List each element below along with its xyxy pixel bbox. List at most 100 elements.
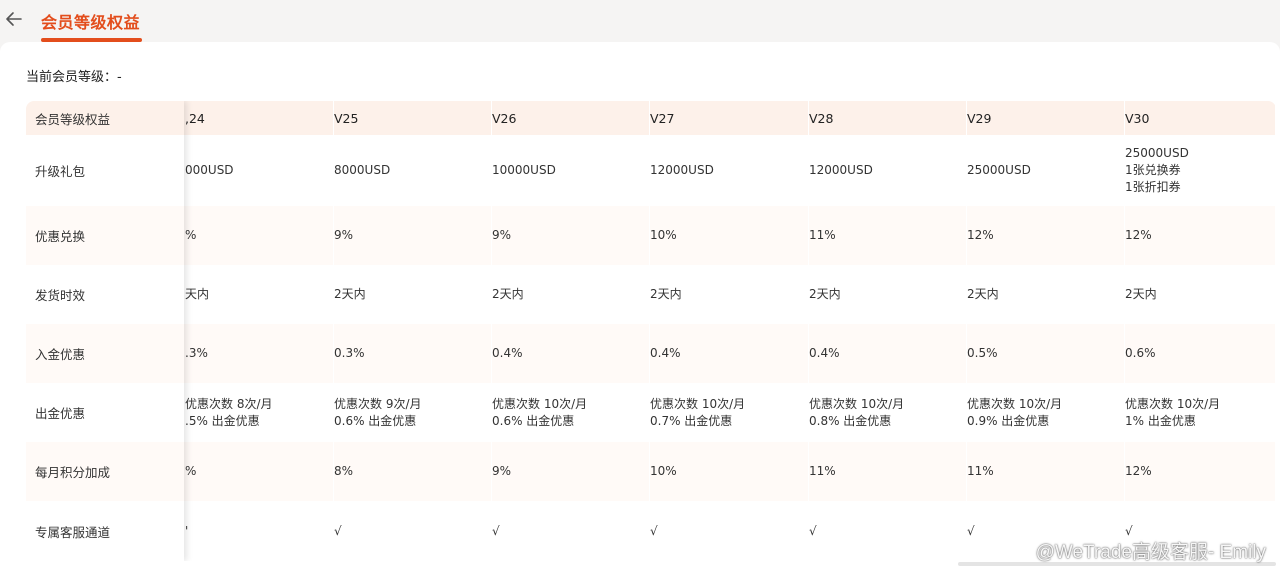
level-header-v28: V28: [809, 101, 967, 135]
level-header-label: V30: [1125, 110, 1150, 126]
row-label: 发货时效: [35, 288, 86, 303]
cell-text: √: [492, 523, 500, 538]
table-cell: 优惠次数 8次/月 .5% 出金优惠: [185, 383, 334, 442]
table-cell: 0.5%: [967, 324, 1125, 383]
level-header-label: V25: [334, 110, 359, 126]
cell-text: 0.3%: [334, 346, 365, 360]
table-cell: 优惠次数 10次/月 0.6% 出金优惠: [492, 383, 650, 442]
table-cell: 12000USD: [809, 135, 967, 206]
table-cell: 10000USD: [492, 135, 650, 206]
table-row: % 9% 9% 10% 11% 12% 12%: [26, 206, 1276, 265]
cell-text: 12%: [967, 228, 994, 242]
table-cell: 优惠次数 10次/月 1% 出金优惠: [1125, 383, 1276, 442]
level-header-label: V27: [650, 110, 675, 126]
cell-text: 10%: [650, 464, 677, 478]
row-label-column: 会员等级权益 升级礼包 优惠兑换 发货时效 入金优惠 出金优惠 每月积分加成 专属客服通道: [26, 101, 184, 561]
row-label: 每月积分加成: [26, 442, 184, 501]
cell-text: ': [185, 523, 189, 538]
top-bar: 会员等级权益: [0, 0, 1280, 42]
cell-text: 8%: [334, 464, 354, 478]
table-cell: 9%: [492, 442, 650, 501]
table-cell: 优惠次数 9次/月 0.6% 出金优惠: [334, 383, 492, 442]
cell-text: 2天内: [334, 287, 366, 301]
cell-text: 000USD: [185, 163, 234, 177]
cell-text: 11%: [809, 228, 836, 242]
cell-text: %: [185, 464, 197, 478]
cell-text: 0.6% 出金优惠: [334, 413, 417, 428]
level-header-v27: V27: [650, 101, 809, 135]
cell-text: 优惠次数 10次/月: [650, 396, 746, 411]
cell-text: 0.5%: [967, 346, 998, 360]
table-cell: 9%: [334, 206, 492, 265]
table-cell: %: [185, 442, 334, 501]
table-row: 天内 2天内 2天内 2天内 2天内 2天内 2天内: [26, 265, 1276, 324]
table-cell: 12%: [1125, 206, 1276, 265]
cell-text: 优惠次数 10次/月: [967, 396, 1063, 411]
cell-text: 0.4%: [809, 346, 840, 360]
table-cell: 2天内: [650, 265, 809, 324]
table-row: 优惠次数 8次/月 .5% 出金优惠 优惠次数 9次/月 0.6% 出金优惠 优惠次数 …: [26, 383, 1276, 442]
cell-text: 12%: [1125, 464, 1152, 478]
table-cell: 11%: [809, 206, 967, 265]
level-header-label: V29: [967, 110, 992, 126]
cell-text: 0.4%: [650, 346, 681, 360]
arrow-left-icon[interactable]: [4, 8, 24, 30]
cell-text: 11%: [809, 464, 836, 478]
row-label: 入金优惠: [26, 324, 184, 383]
table-cell: 12%: [1125, 442, 1276, 501]
cell-text: 0.8% 出金优惠: [809, 413, 892, 428]
table-row: .3% 0.3% 0.4% 0.4% 0.4% 0.5% 0.6%: [26, 324, 1276, 383]
table-cell: √: [492, 501, 650, 561]
table-cell: 0.6%: [1125, 324, 1276, 383]
table-cell: 0.3%: [334, 324, 492, 383]
cell-text: 天内: [185, 287, 210, 301]
table-cell: 10%: [650, 442, 809, 501]
row-label: 升级礼包: [35, 164, 86, 179]
level-header-v29: V29: [967, 101, 1125, 135]
cell-text: 1张折扣券: [1125, 180, 1181, 194]
cell-text: 0.6% 出金优惠: [492, 413, 575, 428]
table-cell: 2天内: [334, 265, 492, 324]
row-label: 专属客服通道: [35, 524, 111, 540]
table-cell: √: [650, 501, 809, 561]
cell-text: 优惠次数 10次/月: [809, 396, 905, 411]
table-cell: 12%: [967, 206, 1125, 265]
table-cell: √: [334, 501, 492, 561]
level-header-v26: V26: [492, 101, 650, 135]
cell-text: 0.4%: [492, 346, 523, 360]
benefits-table: ,24 V25 V26 V27 V28 V29 V30 000USD 8000USD 10000U…: [26, 101, 1276, 561]
cell-text: 优惠次数 10次/月: [492, 396, 588, 411]
level-header-label: V26: [492, 110, 517, 126]
cell-text: 2天内: [492, 287, 524, 301]
table-cell: 10%: [650, 206, 809, 265]
table-cell: %: [185, 206, 334, 265]
table-cell: .3%: [185, 324, 334, 383]
cell-text: 2天内: [809, 287, 841, 301]
corner-header: 会员等级权益: [26, 101, 184, 135]
cell-text: √: [334, 523, 342, 538]
table-header-row: ,24 V25 V26 V27 V28 V29 V30: [26, 101, 1276, 135]
current-level-label: 当前会员等级：-: [26, 70, 122, 85]
cell-text: 11%: [967, 464, 994, 478]
cell-text: 8000USD: [334, 163, 391, 177]
benefits-card: 当前会员等级：- ,24 V25 V26 V27 V28 V29 V30 000USD 8000…: [0, 42, 1280, 584]
cell-text: .5% 出金优惠: [185, 413, 260, 428]
table-cell: 25000USD: [967, 135, 1125, 206]
table-cell: 000USD: [185, 135, 334, 206]
table-cell: 优惠次数 10次/月 0.8% 出金优惠: [809, 383, 967, 442]
cell-text: √: [650, 523, 658, 538]
cell-text: 优惠次数 8次/月: [185, 396, 273, 411]
cell-text: 12%: [1125, 228, 1152, 242]
cell-text: 0.7% 出金优惠: [650, 413, 733, 428]
cell-text: 9%: [492, 228, 512, 242]
cell-text: 0.6%: [1125, 346, 1156, 360]
table-cell: 12000USD: [650, 135, 809, 206]
cell-text: 1张兑换券: [1125, 163, 1181, 177]
table-cell: 2天内: [1125, 265, 1276, 324]
cell-text: √: [809, 523, 817, 538]
cell-text: 优惠次数 10次/月: [1125, 396, 1221, 411]
table-cell: 0.4%: [492, 324, 650, 383]
table-cell: ': [185, 501, 334, 561]
level-header-v25: V25: [334, 101, 492, 135]
page-title: 会员等级权益: [41, 13, 141, 32]
